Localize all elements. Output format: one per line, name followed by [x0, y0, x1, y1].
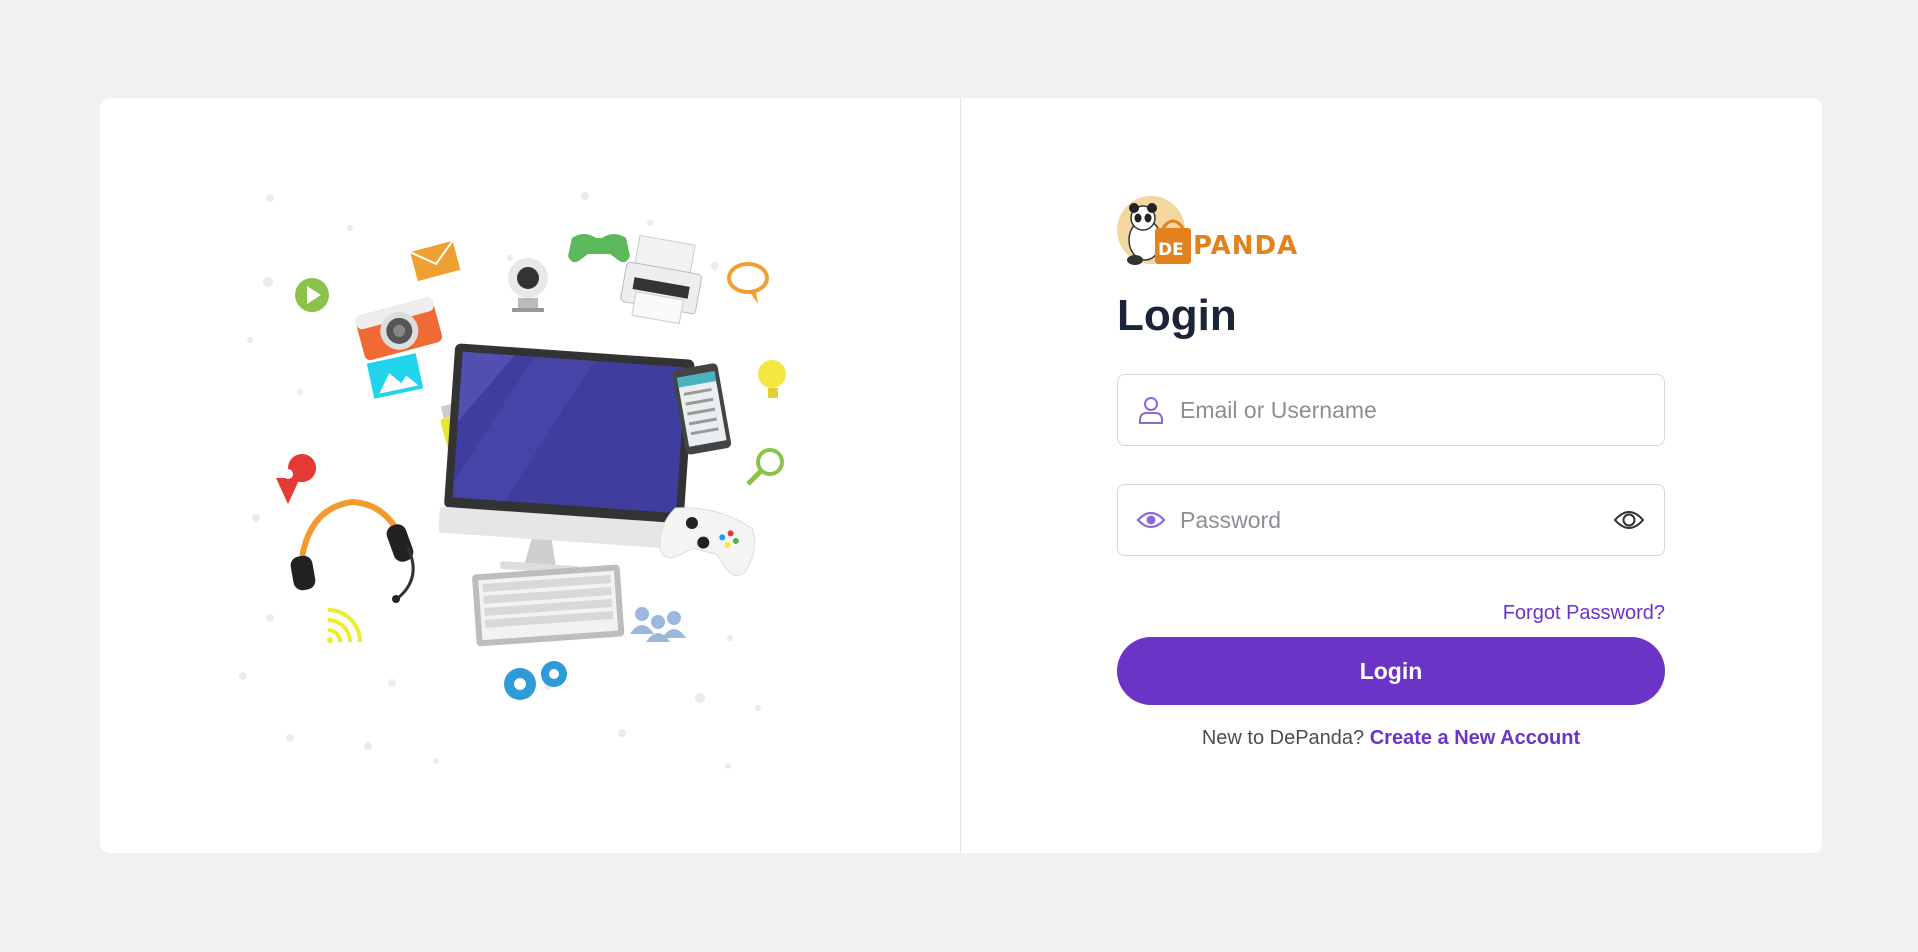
illustration-panel [100, 98, 961, 853]
username-input[interactable] [1180, 375, 1646, 445]
password-field [1117, 484, 1665, 556]
eye-icon [1136, 511, 1166, 529]
brand-logo: DE PANDA [1117, 196, 1665, 266]
password-input[interactable] [1180, 485, 1612, 555]
signup-row: New to DePanda? Create a New Account [1117, 727, 1665, 750]
computer-devices-illustration [239, 192, 786, 769]
login-button[interactable]: Login [1117, 637, 1665, 705]
forgot-row: Forgot Password? [1117, 602, 1665, 625]
login-form: DE PANDA Login Email or Username Forgot … [1117, 196, 1665, 750]
panda-mascot-icon: DE [1117, 196, 1191, 265]
page-title: Login [1117, 291, 1237, 340]
login-panel: DE PANDA Login Email or Username Forgot … [961, 98, 1822, 853]
username-field [1117, 374, 1665, 446]
logo-badge: DE [1158, 240, 1184, 260]
logo-text: PANDA [1193, 231, 1299, 261]
login-card: DE PANDA Login Email or Username Forgot … [100, 98, 1822, 853]
user-icon [1139, 397, 1163, 424]
create-account-link[interactable]: Create a New Account [1370, 727, 1580, 749]
signup-prompt: New to DePanda? [1201, 727, 1365, 749]
eye-toggle-icon[interactable] [1612, 503, 1646, 537]
forgot-password-link[interactable]: Forgot Password? [1503, 602, 1665, 624]
